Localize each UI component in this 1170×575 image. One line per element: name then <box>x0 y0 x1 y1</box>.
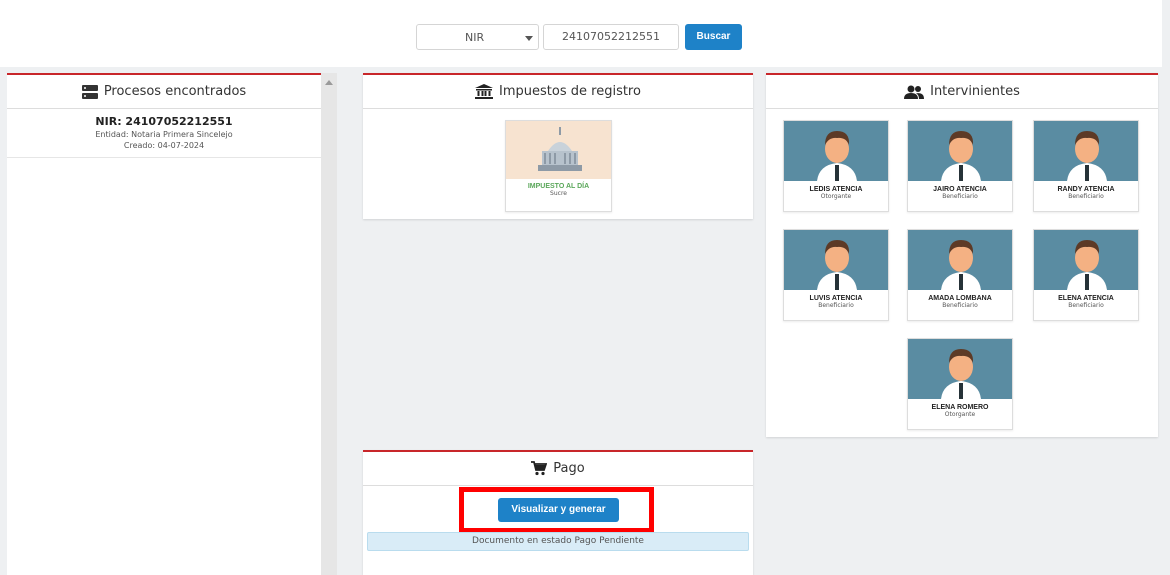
search-type-value: NIR <box>465 31 485 44</box>
taxes-card: Impuestos de registro IMPUESTO AL DÍA Su… <box>363 73 753 219</box>
participants-card-title: Intervinientes <box>930 84 1020 99</box>
search-button[interactable]: Buscar <box>685 24 742 50</box>
processes-panel-title: Procesos encontrados <box>103 84 247 99</box>
participant-card[interactable]: LUVIS ATENCIA Beneficiario <box>783 229 889 321</box>
participant-role: Beneficiario <box>942 193 978 200</box>
participants-card: Intervinientes LEDIS ATENCIA Otorgante J… <box>766 73 1158 437</box>
participant-role: Beneficiario <box>1068 193 1104 200</box>
payment-status: Documento en estado Pago Pendiente <box>367 532 749 551</box>
participant-name: AMADA LOMBANA <box>928 295 992 302</box>
scroll-up-icon[interactable] <box>325 80 333 85</box>
participant-card[interactable]: ELENA ATENCIA Beneficiario <box>1033 229 1139 321</box>
avatar <box>908 230 1012 290</box>
taxes-card-title: Impuestos de registro <box>499 84 641 99</box>
participant-name: LUVIS ATENCIA <box>809 295 863 302</box>
participant-role: Beneficiario <box>818 302 854 309</box>
participant-card[interactable]: JAIRO ATENCIA Beneficiario <box>907 120 1013 212</box>
tax-status-tile: IMPUESTO AL DÍA Sucre <box>505 120 612 212</box>
process-nir: NIR: 24107052212551 <box>95 115 233 128</box>
participant-name: ELENA ATENCIA <box>1058 295 1114 302</box>
process-created: Creado: 04-07-2024 <box>123 141 205 150</box>
avatar <box>1034 121 1138 181</box>
nir-search-input[interactable]: 24107052212551 <box>543 24 679 50</box>
participant-name: ELENA ROMERO <box>931 404 989 411</box>
participant-role: Otorgante <box>944 411 976 418</box>
search-bar: NIR 24107052212551 Buscar <box>0 0 1162 67</box>
avatar <box>784 230 888 290</box>
process-entity: Entidad: Notaria Primera Sincelejo <box>95 130 233 139</box>
cart-icon <box>531 461 548 476</box>
participant-name: JAIRO ATENCIA <box>933 186 987 193</box>
participant-card[interactable]: LEDIS ATENCIA Otorgante <box>783 120 889 212</box>
payment-card-header: Pago <box>363 452 753 486</box>
bank-icon <box>475 84 494 99</box>
processes-panel-header: Procesos encontrados <box>7 75 321 109</box>
taxes-card-header: Impuestos de registro <box>363 75 753 109</box>
participants-card-header: Intervinientes <box>766 75 1158 109</box>
tax-status-region: Sucre <box>550 190 567 197</box>
participant-name: LEDIS ATENCIA <box>809 186 863 193</box>
payment-card: Pago Visualizar y generar Documento en e… <box>363 450 753 575</box>
avatar <box>908 339 1012 399</box>
participant-role: Beneficiario <box>942 302 978 309</box>
users-icon <box>904 85 925 99</box>
processes-panel: Procesos encontrados NIR: 24107052212551… <box>7 73 321 575</box>
participant-card[interactable]: AMADA LOMBANA Beneficiario <box>907 229 1013 321</box>
capitol-icon <box>506 121 611 179</box>
chevron-down-icon <box>525 36 533 41</box>
server-icon <box>81 84 98 99</box>
avatar <box>908 121 1012 181</box>
avatar <box>784 121 888 181</box>
participant-card[interactable]: ELENA ROMERO Otorgante <box>907 338 1013 430</box>
participant-card[interactable]: RANDY ATENCIA Beneficiario <box>1033 120 1139 212</box>
search-type-select[interactable]: NIR <box>416 24 539 50</box>
view-generate-button[interactable]: Visualizar y generar <box>498 498 619 522</box>
payment-card-title: Pago <box>553 461 585 476</box>
process-item[interactable]: NIR: 24107052212551 Entidad: Notaria Pri… <box>7 109 321 158</box>
participant-role: Otorgante <box>820 193 852 200</box>
processes-scrollbar[interactable] <box>321 73 337 575</box>
avatar <box>1034 230 1138 290</box>
tax-status-title: IMPUESTO AL DÍA <box>527 183 590 190</box>
participant-role: Beneficiario <box>1068 302 1104 309</box>
participant-name: RANDY ATENCIA <box>1057 186 1115 193</box>
